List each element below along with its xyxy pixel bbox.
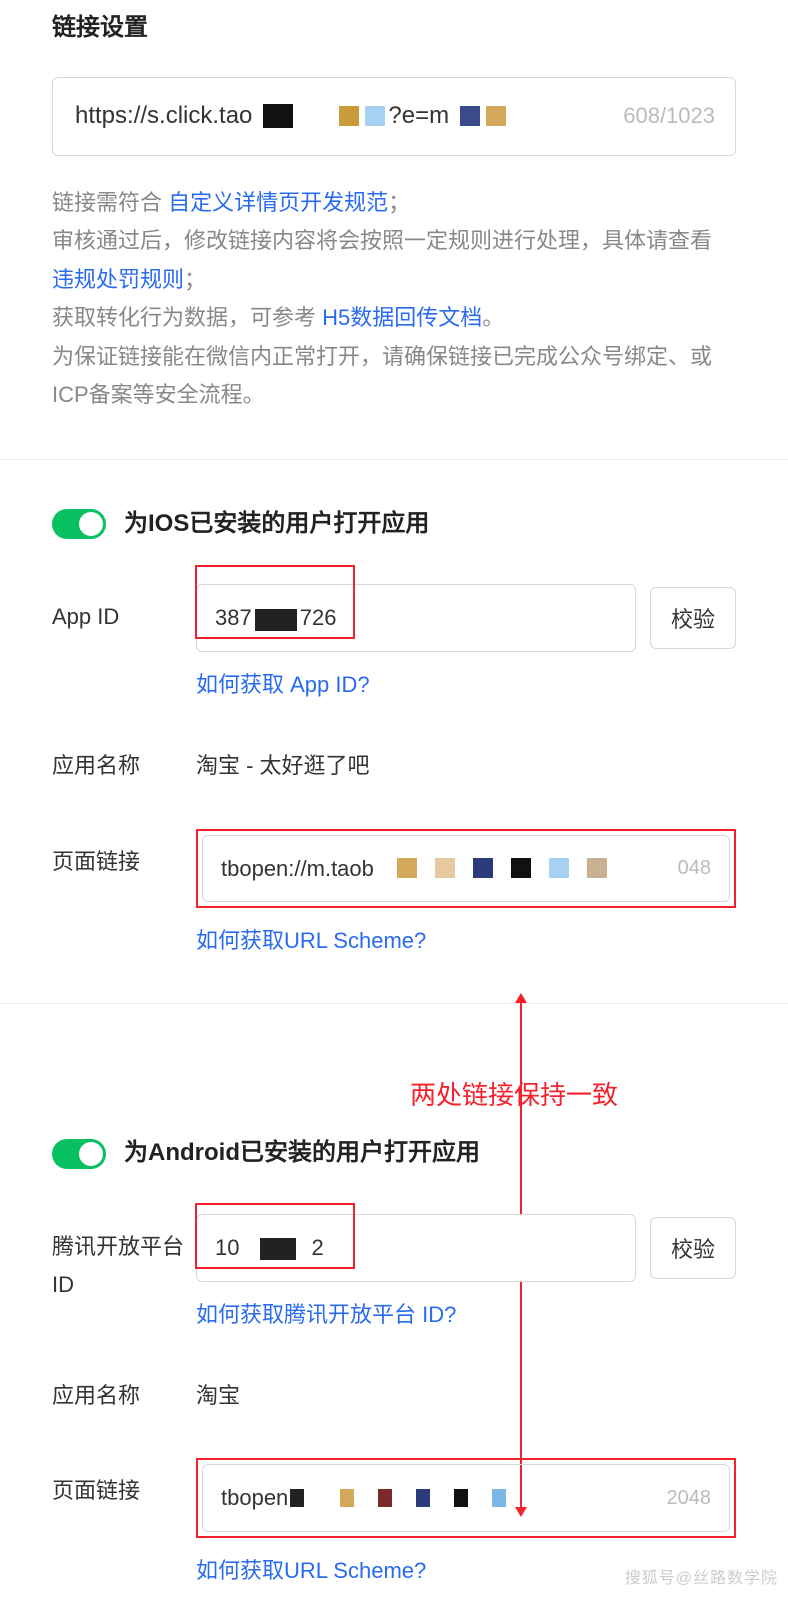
help-text: 链接需符合 自定义详情页开发规范； 审核通过后，修改链接内容将会按照一定规则进行… [52,184,736,415]
url-input[interactable]: https://s.click.tao ?e=m 608/1023 [52,77,736,156]
app-id-label: App ID [52,584,196,635]
url-counter: 608/1023 [617,97,715,134]
ios-page-link-input[interactable]: tbopen://m.taob 048 [202,835,730,902]
h5-data-doc-link[interactable]: H5数据回传文档 [322,305,482,330]
watermark: 搜狐号@丝路数学院 [625,1565,778,1592]
app-id-input[interactable]: 387726 [196,584,636,651]
ios-page-link-counter: 048 [674,851,711,885]
violation-rules-link[interactable]: 违规处罚规则 [52,267,184,292]
android-app-name-label: 应用名称 [52,1363,196,1414]
link-settings-title: 链接设置 [52,8,736,49]
android-page-link-label: 页面链接 [52,1458,196,1509]
android-toggle-label: 为Android已安装的用户打开应用 [124,1133,480,1174]
app-id-hint-link[interactable]: 如何获取 App ID? [196,666,736,703]
annotation-text: 两处链接保持一致 [410,1073,618,1117]
ios-verify-button[interactable]: 校验 [650,587,736,649]
ios-toggle-label: 为IOS已安装的用户打开应用 [124,504,429,545]
android-page-link-counter: 2048 [663,1481,712,1515]
android-verify-button[interactable]: 校验 [650,1217,736,1279]
custom-page-spec-link[interactable]: 自定义详情页开发规范 [168,190,388,215]
ios-url-scheme-hint-link[interactable]: 如何获取URL Scheme? [196,922,736,959]
ios-app-name-value: 淘宝 - 太好逛了吧 [196,733,736,798]
ios-page-link-label: 页面链接 [52,829,196,880]
divider [0,459,788,460]
android-toggle[interactable] [52,1139,106,1169]
url-value-suffix: ?e=m [388,96,449,137]
android-app-name-value: 淘宝 [196,1363,736,1428]
tencent-id-input[interactable]: 102 [196,1214,636,1281]
ios-toggle[interactable] [52,509,106,539]
android-page-link-input[interactable]: tbopen 2048 [202,1464,730,1531]
divider [0,1003,788,1004]
tencent-id-hint-link[interactable]: 如何获取腾讯开放平台 ID? [196,1296,736,1333]
ios-app-name-label: 应用名称 [52,733,196,784]
url-value: https://s.click.tao [75,96,252,137]
tencent-id-label: 腾讯开放平台 ID [52,1214,196,1303]
